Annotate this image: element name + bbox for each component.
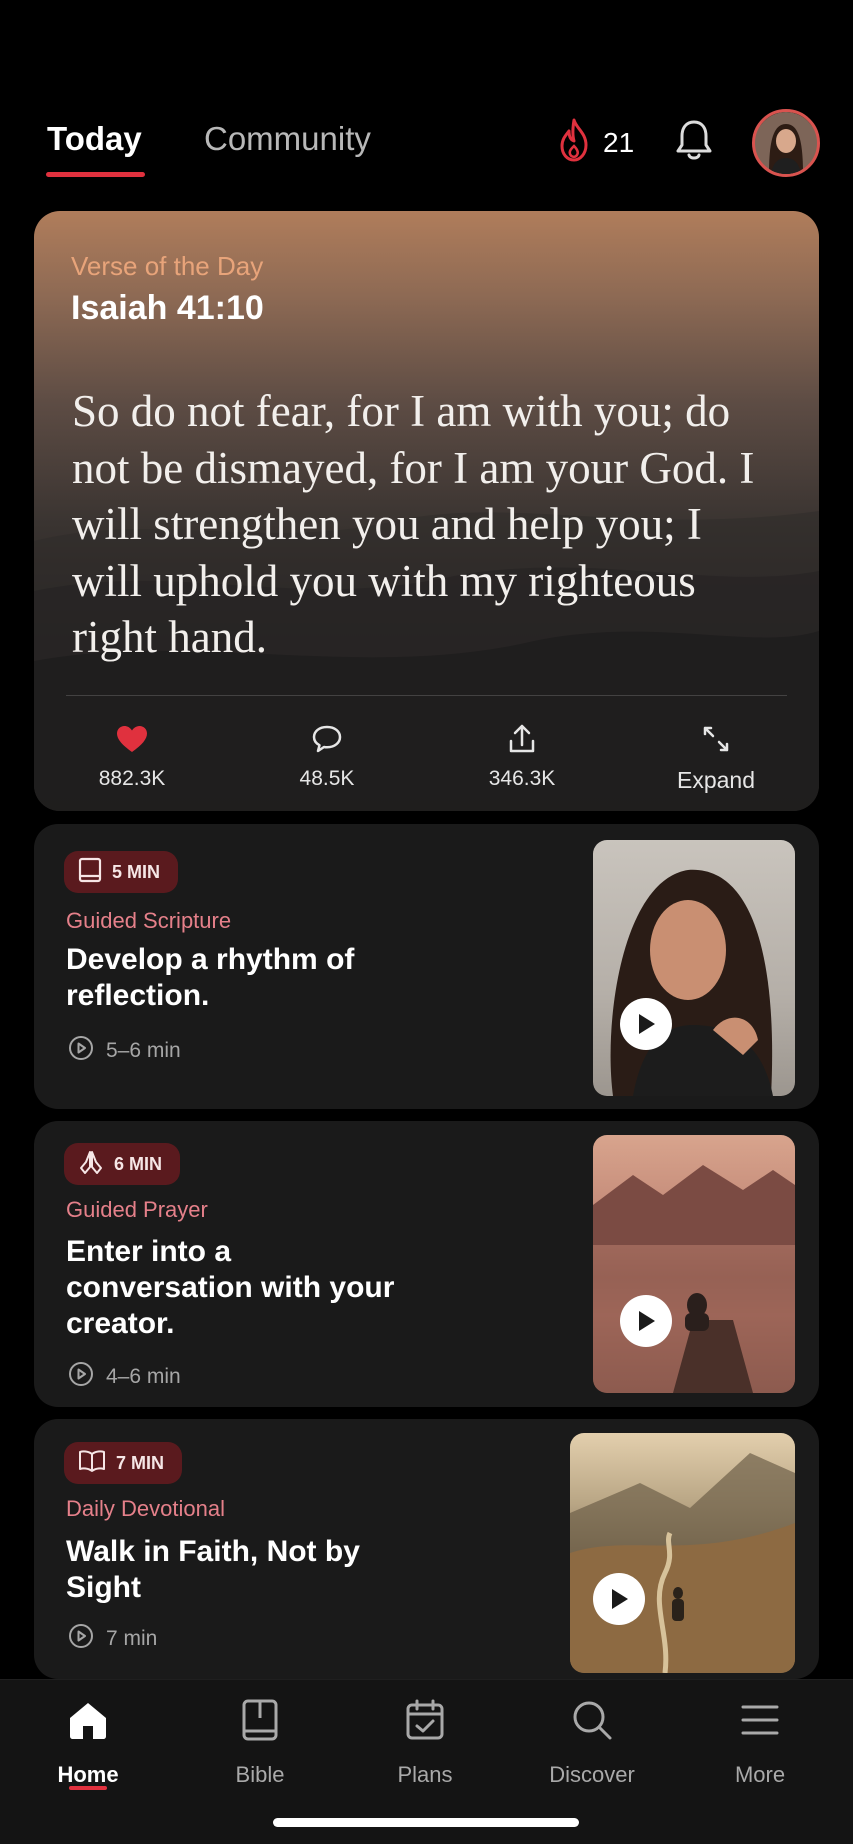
like-count: 882.3K [98, 767, 166, 790]
card-duration: 4–6 min [68, 1361, 181, 1393]
divider [66, 695, 787, 696]
expand-icon [646, 721, 786, 757]
verse-of-the-day-card[interactable]: Verse of the Day Isaiah 41:10 So do not … [34, 211, 819, 811]
card-kicker: Daily Devotional [66, 1496, 225, 1521]
expand-button[interactable]: Expand [646, 721, 786, 794]
duration-label: 7 min [106, 1627, 158, 1650]
streak-count: 21 [603, 126, 635, 158]
guided-scripture-card[interactable]: 5 MIN Guided Scripture Develop a rhythm … [34, 824, 819, 1109]
bell-icon[interactable] [674, 118, 714, 167]
book-icon [78, 857, 102, 888]
nav-label: More [734, 1762, 786, 1787]
card-kicker: Guided Scripture [66, 908, 232, 933]
card-duration: 7 min [68, 1623, 157, 1655]
heart-icon [62, 721, 202, 757]
nav-label: Discover [549, 1762, 635, 1787]
menu-icon [695, 1696, 825, 1744]
play-button[interactable] [620, 998, 672, 1050]
search-icon [527, 1696, 657, 1744]
card-title: Develop a rhythm of reflection. [66, 943, 355, 1012]
streak-counter[interactable]: 21 [557, 118, 634, 167]
bible-icon [195, 1696, 325, 1744]
comment-button[interactable]: 48.5K [257, 721, 397, 791]
tab-community[interactable]: Community [204, 120, 371, 158]
mountain-path-image [570, 1453, 795, 1673]
duration-label: 4–6 min [106, 1365, 181, 1388]
badge-label: 5 MIN [112, 861, 161, 882]
active-tab-indicator [46, 172, 145, 177]
duration-badge: 5 MIN [64, 851, 179, 893]
duration-badge: 6 MIN [64, 1143, 181, 1185]
nav-plans[interactable]: Plans [360, 1696, 490, 1788]
comment-icon [257, 721, 397, 757]
card-thumbnail[interactable] [570, 1433, 795, 1673]
praying-hands-icon [78, 1149, 104, 1180]
card-title: Walk in Faith, Not by Sight [66, 1535, 360, 1604]
play-button[interactable] [593, 1573, 645, 1625]
card-thumbnail[interactable] [593, 840, 795, 1096]
woman-portrait-image [610, 869, 773, 1096]
guided-prayer-card[interactable]: 6 MIN Guided Prayer Enter into a convers… [34, 1121, 819, 1407]
play-circle-icon [68, 1035, 94, 1067]
home-indicator[interactable] [273, 1818, 579, 1827]
nav-label: Home [57, 1762, 119, 1787]
nav-home[interactable]: Home [23, 1696, 153, 1788]
duration-label: 5–6 min [106, 1039, 181, 1062]
play-circle-icon [68, 1623, 94, 1655]
duration-badge: 7 MIN [64, 1442, 183, 1484]
open-book-icon [78, 1449, 106, 1478]
verse-text: So do not fear, for I am with you; do no… [72, 386, 755, 662]
card-duration: 5–6 min [68, 1035, 181, 1067]
card-kicker: Guided Prayer [66, 1197, 208, 1222]
nav-label: Bible [235, 1762, 285, 1787]
verse-kicker: Verse of the Day [71, 251, 264, 281]
play-circle-icon [68, 1361, 94, 1393]
top-header: Today Community 21 [0, 0, 853, 200]
play-button[interactable] [620, 1295, 672, 1347]
active-nav-indicator [69, 1786, 107, 1790]
badge-label: 6 MIN [114, 1153, 163, 1174]
card-title: Enter into a conversation with your crea… [66, 1235, 395, 1340]
verse-reference: Isaiah 41:10 [71, 289, 264, 327]
comment-count: 48.5K [299, 767, 355, 790]
flame-icon [557, 118, 591, 167]
nav-more[interactable]: More [695, 1696, 825, 1788]
home-icon [23, 1696, 153, 1744]
share-icon [452, 721, 592, 757]
nav-discover[interactable]: Discover [527, 1696, 657, 1788]
daily-devotional-card[interactable]: 7 MIN Daily Devotional Walk in Faith, No… [34, 1419, 819, 1679]
expand-label: Expand [676, 767, 755, 793]
like-button[interactable]: 882.3K [62, 721, 202, 791]
avatar[interactable] [752, 109, 820, 177]
card-thumbnail[interactable] [593, 1135, 795, 1393]
nav-label: Plans [397, 1762, 453, 1787]
badge-label: 7 MIN [116, 1452, 165, 1473]
lake-dock-image [593, 1165, 795, 1393]
share-count: 346.3K [488, 767, 556, 790]
nav-bible[interactable]: Bible [195, 1696, 325, 1788]
share-button[interactable]: 346.3K [452, 721, 592, 791]
tab-today[interactable]: Today [47, 120, 142, 158]
calendar-check-icon [360, 1696, 490, 1744]
